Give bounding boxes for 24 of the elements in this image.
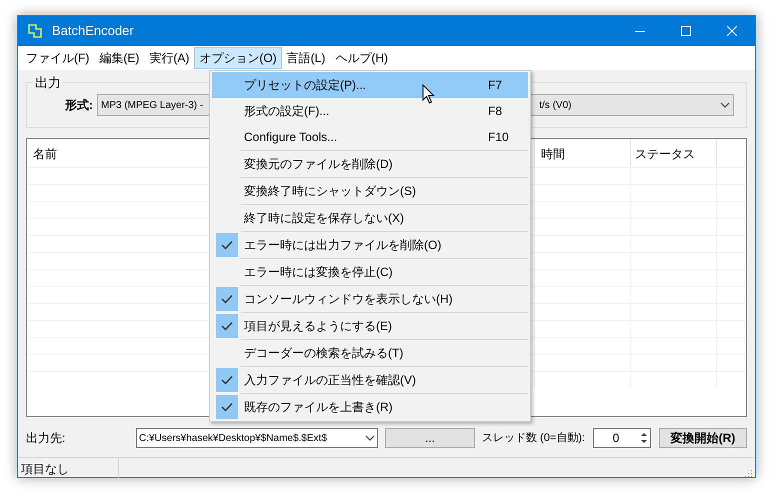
status-text: 項目なし: [18, 458, 119, 480]
window-title: BatchEncoder: [52, 22, 134, 40]
format-label: 形式:: [65, 97, 93, 114]
menu-item-label: 項目が見えるようにする(E): [244, 318, 392, 335]
menu-item-label: デコーダーの検索を試みる(T): [244, 345, 404, 362]
shortcut-text: F7: [488, 77, 504, 94]
menu-item-label: 形式の設定(F)...: [244, 103, 330, 120]
column-header: 時間: [535, 139, 631, 167]
menu-item-label: エラー時には変換を停止(C): [244, 264, 393, 281]
threads-value: 0: [612, 430, 620, 447]
menu-item-label: 変換終了時にシャットダウン(S): [244, 183, 416, 200]
column-header: ステータス: [631, 139, 717, 167]
menu-item-label: 既存のファイルを上書き(R): [244, 399, 393, 416]
format-value: MP3 (MPEG Layer-3) -: [101, 98, 204, 112]
menu-item-label: エラー時には出力ファイルを削除(O): [244, 237, 442, 254]
output-path-value: C:¥Users¥hasek¥Desktop¥$Name$.$Ext$: [139, 432, 328, 446]
menu-item-label: コンソールウィンドウを表示しない(H): [244, 291, 453, 308]
menu-item-label: 入力ファイルの正当性を確認(V): [244, 372, 416, 389]
preset-value: t/s (V0): [539, 98, 572, 112]
menu-item-label: プリセットの設定(P)...: [244, 77, 366, 94]
shortcut-text: F8: [488, 103, 504, 120]
threads-label: スレッド数 (0=自動):: [482, 430, 585, 446]
menu-item-label: 終了時に設定を保存しない(X): [244, 210, 404, 227]
output-folder-label: 出力先:: [26, 430, 66, 447]
